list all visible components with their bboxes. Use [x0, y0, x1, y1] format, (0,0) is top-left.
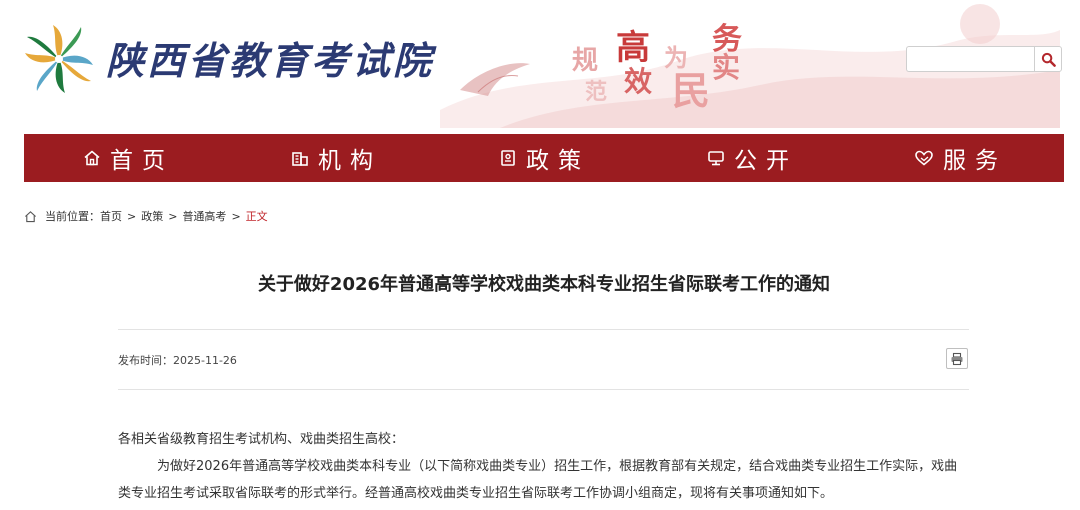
nav-label: 政策 [526, 148, 590, 174]
breadcrumb-current: 正文 [245, 210, 268, 223]
article-title: 关于做好2026年普通高等学校戏曲类本科专业招生省际联考工作的通知 [257, 274, 831, 295]
nav-label: 机构 [318, 148, 382, 174]
breadcrumb: 当前位置： 首页 > 政策 > 普通高考 > 正文 [24, 208, 268, 224]
document-icon [501, 150, 515, 166]
article-paragraph: 各相关省级教育招生考试机构、戏曲类招生高校： [118, 432, 405, 447]
search-button[interactable] [1034, 46, 1062, 72]
breadcrumb-prefix: 当前位置： [45, 210, 100, 223]
slogan-char: 实 [712, 51, 741, 84]
monitor-icon [708, 151, 724, 166]
nav-item-policy[interactable]: 政策 [440, 134, 648, 182]
article-paragraph: 为做好2026年普通高等学校戏曲类本科专业（以下简称戏曲类专业）招生工作，根据教… [118, 459, 958, 501]
site-header: 陕西省教育考试院 规 范 高 效 为 民 务 实 [0, 0, 1080, 128]
breadcrumb-separator: > [127, 209, 137, 223]
breadcrumb-link-policy[interactable]: 政策 [141, 208, 163, 224]
breadcrumb-separator: > [168, 209, 178, 223]
nav-item-organization[interactable]: 机构 [232, 134, 440, 182]
site-name[interactable]: 陕西省教育考试院 [106, 30, 434, 85]
nav-label: 公开 [734, 148, 798, 174]
site-logo-icon[interactable] [24, 24, 94, 94]
home-icon [84, 150, 100, 166]
home-icon [25, 210, 36, 222]
divider [118, 329, 969, 330]
main-nav: 首页 机构 政策 公开 服务 [24, 134, 1064, 182]
publish-label: 发布时间： [118, 354, 173, 367]
nav-item-public[interactable]: 公开 [648, 134, 856, 182]
nav-label: 首页 [110, 148, 174, 174]
slogan-char: 效 [624, 65, 653, 98]
printer-icon [951, 352, 963, 365]
nav-item-service[interactable]: 服务 [856, 134, 1064, 182]
slogan-char: 规 [572, 46, 599, 76]
breadcrumb-link-home[interactable]: 首页 [100, 208, 122, 224]
search-icon [1041, 52, 1056, 67]
divider [118, 389, 969, 390]
publish-date: 2025-11-26 [173, 354, 237, 367]
breadcrumb-separator: > [231, 209, 241, 223]
article-meta: 发布时间：2025-11-26 [118, 352, 237, 368]
print-button[interactable] [946, 348, 968, 369]
search-input[interactable] [906, 46, 1034, 72]
nav-label: 服务 [943, 148, 1007, 174]
heart-hand-icon [915, 150, 933, 166]
building-icon [292, 152, 308, 166]
slogan-char: 范 [585, 79, 608, 105]
slogan-char: 民 [672, 68, 711, 113]
breadcrumb-link-gaokao[interactable]: 普通高考 [182, 208, 226, 224]
nav-item-home[interactable]: 首页 [24, 134, 232, 182]
